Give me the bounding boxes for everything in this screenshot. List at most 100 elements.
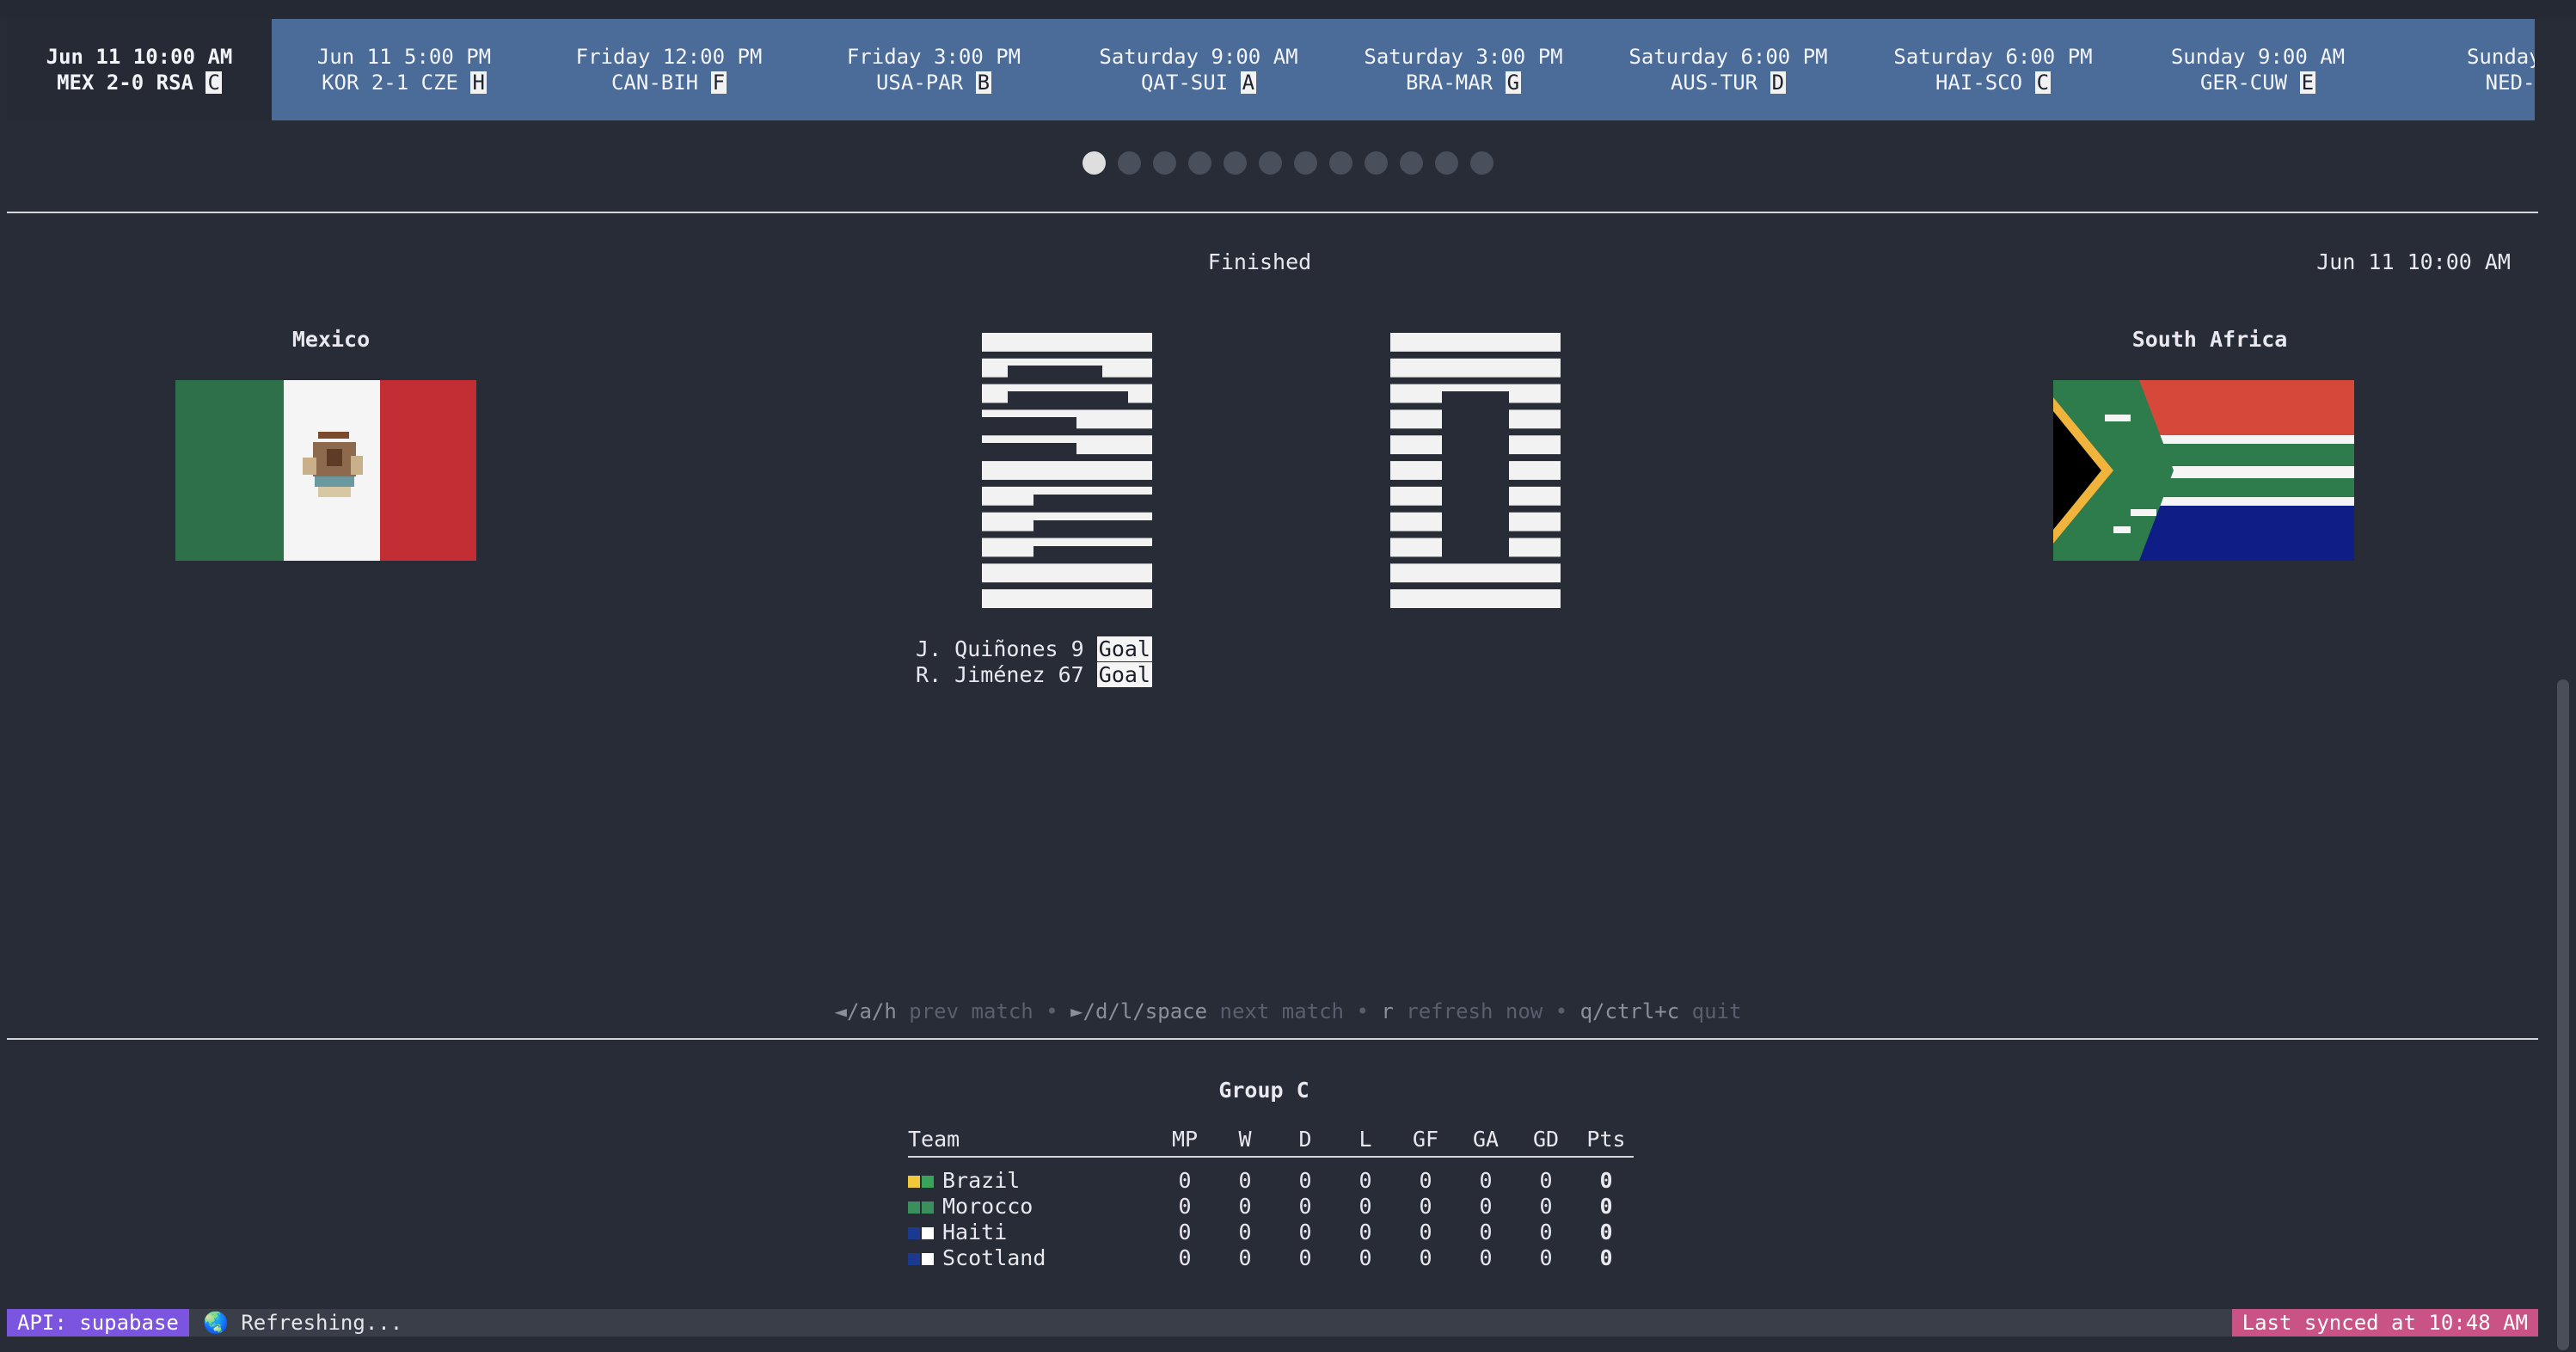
swatch-part xyxy=(922,1227,934,1239)
standings-team-name: Morocco xyxy=(942,1194,1033,1219)
standings-gd-cell: 0 xyxy=(1539,1245,1553,1270)
ticker-match[interactable]: Saturday 6:00 PM HAI-SCO C xyxy=(1861,19,2125,120)
page-dot[interactable] xyxy=(1400,151,1423,175)
page-dot[interactable] xyxy=(1224,151,1247,175)
standings-w-cell: 0 xyxy=(1238,1220,1252,1244)
standings-row: Morocco 0 0 0 0 0 0 0 0 xyxy=(908,1194,1634,1220)
standings-team-name: Scotland xyxy=(942,1245,1046,1270)
page-dot[interactable] xyxy=(1294,151,1317,175)
divider-top xyxy=(7,212,2538,213)
ticker-line: BRA-MAR G xyxy=(1331,70,1596,95)
swatch-part xyxy=(908,1227,920,1239)
standings-team-name: Haiti xyxy=(942,1220,1008,1244)
standings-row: Scotland 0 0 0 0 0 0 0 0 xyxy=(908,1245,1634,1271)
ticker-match[interactable]: Sunday 12NED-JP xyxy=(2390,19,2535,120)
ticker-line: NED-JP xyxy=(2390,70,2535,95)
standings-gf-cell: 0 xyxy=(1419,1194,1432,1219)
standings-ga-cell: 0 xyxy=(1479,1168,1493,1193)
ticker-group-badge: G xyxy=(1505,71,1522,95)
team-color-swatch-icon xyxy=(908,1245,935,1271)
standings-gd-cell: 0 xyxy=(1539,1194,1553,1219)
ticker-match[interactable]: Jun 11 10:00 AM MEX 2-0 RSA C xyxy=(7,19,272,120)
swatch-part xyxy=(908,1201,920,1214)
standings-team-cell: Brazil xyxy=(908,1168,1166,1194)
page-dot[interactable] xyxy=(1470,151,1493,175)
ticker-group-badge: F xyxy=(710,71,727,95)
ticker-match[interactable]: Jun 11 5:00 PM KOR 2-1 CZE H xyxy=(272,19,537,120)
ticker-teams: NED-JP xyxy=(2485,71,2535,95)
help-label: quit xyxy=(1691,999,1742,1023)
ticker-match[interactable]: Saturday 9:00 AM QAT-SUI A xyxy=(1066,19,1331,120)
team-color-swatch-icon xyxy=(908,1220,935,1245)
ticker-line: GER-CUW E xyxy=(2125,70,2390,95)
ticker-group-badge: H xyxy=(470,71,487,95)
ticker-line: CAN-BIH F xyxy=(537,70,801,95)
swatch-part xyxy=(922,1201,934,1214)
standings-header-cell: GF xyxy=(1412,1127,1439,1152)
page-dot[interactable] xyxy=(1083,151,1106,175)
scorer-name: R. Jiménez xyxy=(916,662,1046,687)
standings-mp-cell: 0 xyxy=(1178,1245,1192,1270)
ticker-match[interactable]: Saturday 6:00 PM AUS-TUR D xyxy=(1596,19,1861,120)
scorer-row: R. Jiménez 67 Goal xyxy=(916,662,1152,688)
ticker-group-badge: B xyxy=(975,71,992,95)
window-top-strip xyxy=(0,0,2576,19)
page-dot[interactable] xyxy=(1365,151,1388,175)
standings-header-cell: Team xyxy=(908,1127,960,1152)
standings-mp-cell: 0 xyxy=(1178,1168,1192,1193)
scorer-minute: 67 xyxy=(1058,662,1084,687)
page-dot[interactable] xyxy=(1329,151,1352,175)
ticker-time: Jun 11 10:00 AM xyxy=(46,45,233,69)
standings-ga-cell: 0 xyxy=(1479,1194,1493,1219)
standings-l-cell: 0 xyxy=(1359,1245,1372,1270)
page-dot[interactable] xyxy=(1259,151,1282,175)
standings-d-cell: 0 xyxy=(1298,1168,1312,1193)
ticker-teams: KOR 2-1 CZE xyxy=(322,71,459,95)
standings-pts-cell: 0 xyxy=(1599,1245,1613,1270)
standings-team-cell: Scotland xyxy=(908,1245,1166,1271)
standings-pts-cell: 0 xyxy=(1599,1194,1613,1219)
standings-l-cell: 0 xyxy=(1359,1194,1372,1219)
ticker-teams: BRA-MAR xyxy=(1405,71,1493,95)
scorer-name: J. Quiñones xyxy=(916,636,1058,661)
ticker-match[interactable]: Sunday 9:00 AM GER-CUW E xyxy=(2125,19,2390,120)
ticker-teams: QAT-SUI xyxy=(1140,71,1229,95)
standings-header-cell: GD xyxy=(1532,1127,1560,1152)
ticker-group-badge: C xyxy=(205,71,222,95)
standings-gf-cell: 0 xyxy=(1419,1168,1432,1193)
page-dot[interactable] xyxy=(1118,151,1141,175)
match-ticker: Jun 11 10:00 AM MEX 2-0 RSA C Jun 11 5:00 … xyxy=(7,19,2535,120)
standings-row: Brazil 0 0 0 0 0 0 0 0 xyxy=(908,1168,1634,1194)
ticker-time: Jun 11 5:00 PM xyxy=(316,45,492,69)
vertical-scrollbar[interactable] xyxy=(2557,679,2569,1350)
page-dot[interactable] xyxy=(1435,151,1458,175)
goal-badge: Goal xyxy=(1096,636,1152,661)
standings-d-cell: 0 xyxy=(1298,1194,1312,1219)
team-color-swatch-icon xyxy=(908,1194,935,1220)
swatch-part xyxy=(922,1253,934,1265)
ticker-time: Saturday 6:00 PM xyxy=(1628,45,1828,69)
ticker-match[interactable]: Friday 3:00 PM USA-PAR B xyxy=(801,19,1066,120)
ticker-teams: AUS-TUR xyxy=(1670,71,1758,95)
mexico-flag-icon xyxy=(175,380,476,561)
page-dot[interactable] xyxy=(1188,151,1211,175)
ticker-match[interactable]: Saturday 3:00 PM BRA-MAR G xyxy=(1331,19,1596,120)
page-dots xyxy=(0,151,2576,175)
scorers-list: J. Quiñones 9 Goal R. Jiménez 67 Goal xyxy=(916,636,1152,688)
match-datetime: Jun 11 10:00 AM xyxy=(2316,249,2511,274)
help-key: q/ctrl+c xyxy=(1579,999,1680,1023)
standings-team-name: Brazil xyxy=(942,1168,1021,1193)
standings-header-cell: L xyxy=(1359,1127,1372,1152)
standings-row: Haiti 0 0 0 0 0 0 0 0 xyxy=(908,1220,1634,1245)
away-team-name: South Africa xyxy=(2131,327,2288,352)
goal-badge: Goal xyxy=(1096,662,1152,687)
ticker-match[interactable]: Friday 12:00 PM CAN-BIH F xyxy=(537,19,801,120)
standings-gd-cell: 0 xyxy=(1539,1168,1553,1193)
help-separator: • xyxy=(1555,999,1568,1023)
ticker-time: Friday 3:00 PM xyxy=(846,45,1021,69)
page-dot[interactable] xyxy=(1153,151,1176,175)
swatch-part xyxy=(908,1176,920,1188)
help-key: ◄/a/h xyxy=(834,999,897,1023)
south-africa-flag-icon xyxy=(2053,380,2354,561)
ticker-line: AUS-TUR D xyxy=(1596,70,1861,95)
